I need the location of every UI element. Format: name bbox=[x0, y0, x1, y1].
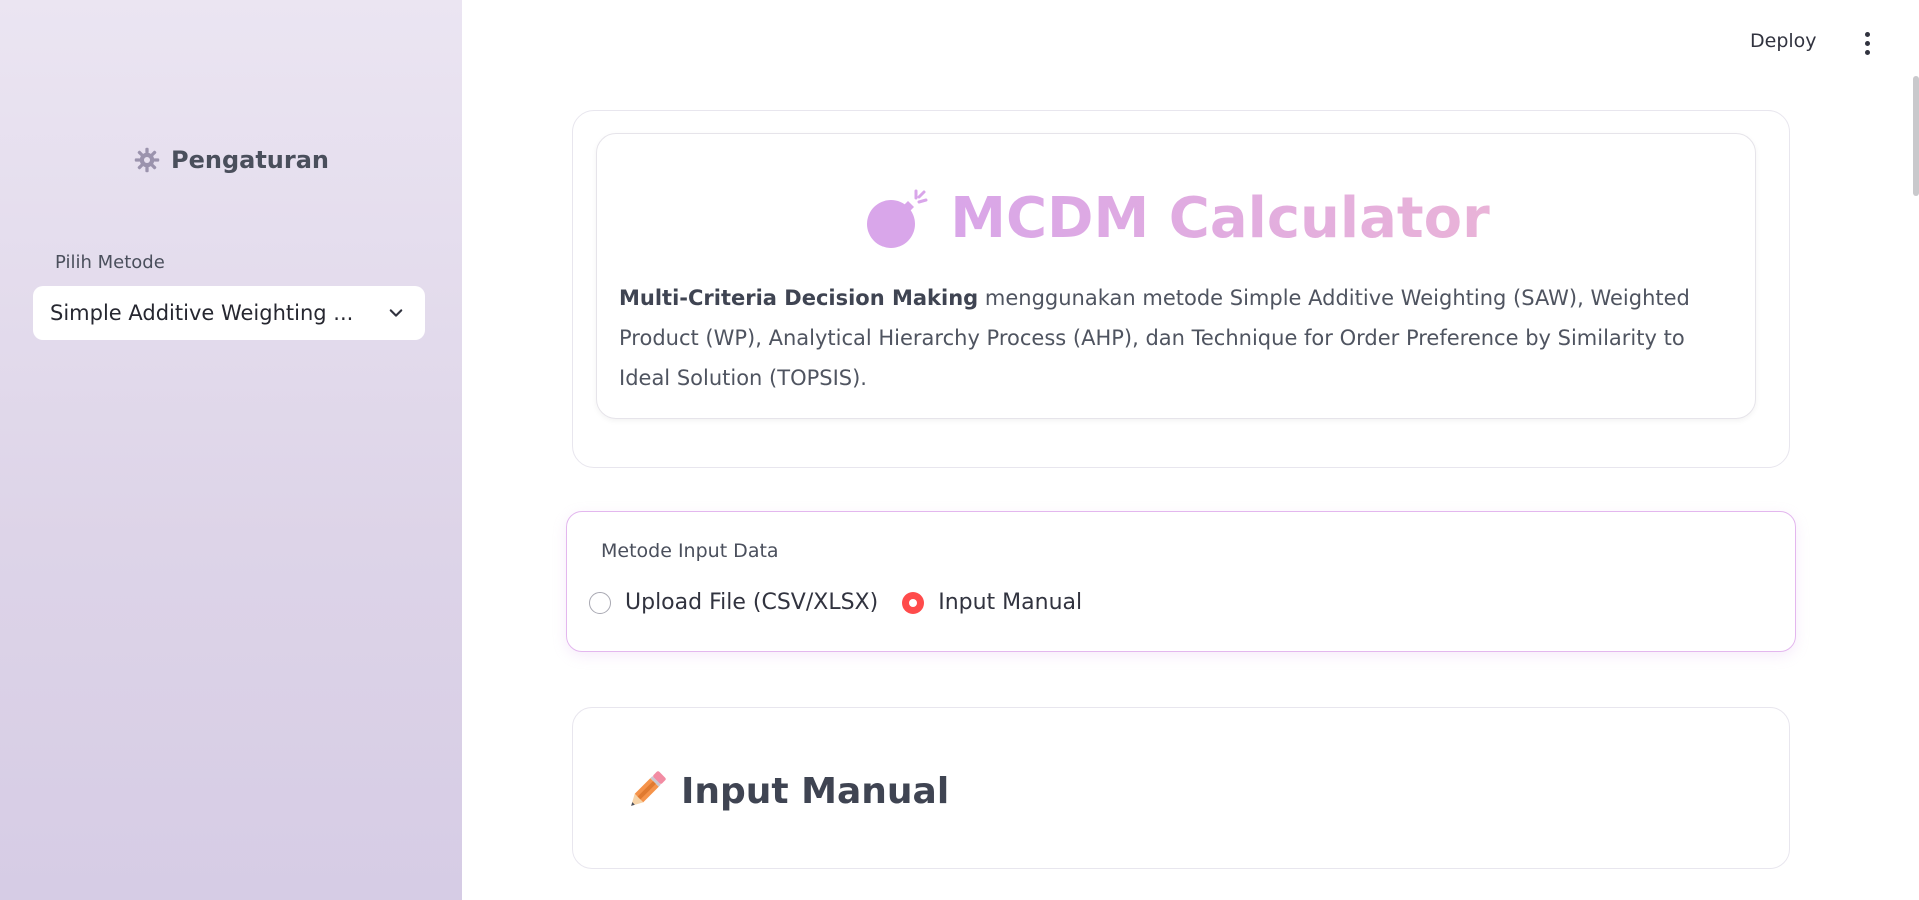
sidebar: Pengaturan Pilih Metode Simple Additive … bbox=[0, 0, 462, 900]
app-title: MCDM Calculator bbox=[950, 186, 1490, 251]
hero-heading: MCDM Calculator bbox=[597, 186, 1757, 251]
manual-input-card: Input Manual bbox=[572, 707, 1790, 869]
sidebar-title: Pengaturan bbox=[170, 146, 329, 174]
radio-input-manual-indicator[interactable] bbox=[902, 591, 925, 614]
radio-input-manual-label: Input Manual bbox=[938, 590, 1083, 615]
manual-input-heading: Input Manual bbox=[625, 770, 949, 812]
bomb-icon bbox=[867, 189, 928, 248]
gear-icon bbox=[134, 147, 160, 173]
hero-inner-card: MCDM Calculator Multi-Criteria Decision … bbox=[596, 133, 1756, 419]
deploy-button[interactable]: Deploy bbox=[1750, 30, 1817, 52]
method-select[interactable]: Simple Additive Weighting ... bbox=[33, 286, 425, 340]
manual-input-title: Input Manual bbox=[681, 770, 950, 812]
method-select-value: Simple Additive Weighting ... bbox=[50, 301, 354, 325]
radio-input-manual[interactable]: Input Manual bbox=[902, 590, 1082, 615]
input-method-card: Metode Input Data Upload File (CSV/XLSX)… bbox=[566, 511, 1796, 652]
kebab-menu-icon[interactable] bbox=[1856, 30, 1878, 56]
app-description: Multi-Criteria Decision Making menggunak… bbox=[619, 278, 1739, 398]
radio-upload-file[interactable]: Upload File (CSV/XLSX) bbox=[589, 590, 878, 615]
scrollbar[interactable] bbox=[1913, 76, 1919, 196]
pencil-icon bbox=[631, 771, 666, 806]
hero-card: MCDM Calculator Multi-Criteria Decision … bbox=[572, 110, 1790, 468]
sidebar-header: Pengaturan bbox=[0, 146, 462, 174]
radio-upload-file-indicator[interactable] bbox=[589, 591, 611, 614]
method-select-label: Pilih Metode bbox=[55, 252, 165, 273]
input-method-radio-group: Upload File (CSV/XLSX) Input Manual bbox=[589, 590, 1106, 615]
input-method-label: Metode Input Data bbox=[601, 540, 779, 562]
description-bold: Multi-Criteria Decision Making bbox=[619, 286, 979, 310]
radio-upload-file-label: Upload File (CSV/XLSX) bbox=[625, 590, 879, 615]
chevron-down-icon bbox=[389, 309, 403, 317]
